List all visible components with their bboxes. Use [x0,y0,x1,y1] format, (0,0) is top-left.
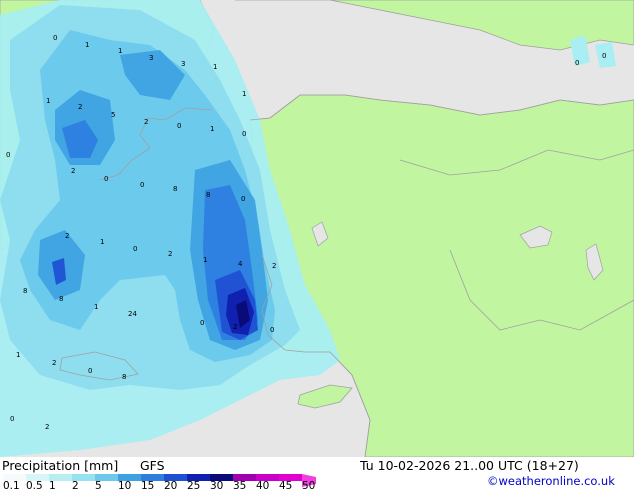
rain-amount-label: 24 [128,310,137,318]
rain-amount-label: 1 [118,47,122,55]
rain-amount-label: 0 [200,319,204,327]
colorbar-tick-label: 0.5 [26,480,43,492]
valid-datetime: Tu 10-02-2026 21..00 UTC (18+27) [360,458,579,473]
rain-amount-label: 1 [16,351,20,359]
rain-amount-label: 1 [94,303,98,311]
rain-amount-label: 2 [78,103,82,111]
rain-amount-label: 5 [111,111,115,119]
rain-amount-label: 8 [122,373,126,381]
rain-amount-label: 2 [65,232,69,240]
colorbar-tick-label: 45 [279,480,293,492]
rain-amount-label: 0 [53,34,57,42]
rain-amount-label: 1 [242,90,246,98]
colorbar-tick-label: 35 [233,480,247,492]
rain-amount-label: 0 [270,326,274,334]
rain-amount-label: 2 [71,167,75,175]
colorbar-tick-label: 10 [118,480,132,492]
colorbar-tick-label: 20 [164,480,178,492]
credit-link[interactable]: ©weatheronline.co.uk [487,474,615,488]
rain-amount-label: 8 [23,287,27,295]
colorbar-tick-label: 15 [141,480,155,492]
rain-amount-label: 1 [213,63,217,71]
rain-amount-label: 1 [210,125,214,133]
precipitation-map: 0 1 1 3 3 1 1 2 5 2 0 1 0 0 2 0 0 8 8 0 2 1 0 2 1 4 2 8 8 1 24 2 0 1 2 0 8 0 2… [0,0,634,457]
rain-amount-label: 1 [85,41,89,49]
rain-amount-label: 0 [104,175,108,183]
rain-amount-label: 0 [602,52,606,60]
colorbar-tick-label: 50 [302,480,316,492]
rain-amount-label: 1 [203,256,207,264]
colorbar-tick-label: 2 [72,480,79,492]
rain-amount-label: 0 [6,151,10,159]
rain-amount-label: 3 [181,60,185,68]
rain-amount-label: 8 [173,185,177,193]
map-title: Precipitation [mm] [2,458,119,473]
colorbar-tick-label: 5 [95,480,102,492]
rain-amount-label: 1 [100,238,104,246]
rain-amount-label: 4 [238,260,243,268]
rain-amount-label: 2 [168,250,172,258]
colorbar-tick-label: 40 [256,480,270,492]
rain-amount-label: 0 [10,415,14,423]
colorbar-tick-label: 30 [210,480,224,492]
rain-amount-label: 0 [133,245,137,253]
rain-amount-label: 0 [88,367,92,375]
rain-amount-label: 8 [206,191,210,199]
model-name: GFS [140,458,165,473]
rain-amount-label: 0 [140,181,144,189]
rain-amount-label: 0 [575,59,579,67]
rain-amount-label: 2 [144,118,148,126]
colorbar-tick-label: 0.1 [3,480,20,492]
colorbar-tick-label: 25 [187,480,201,492]
rain-amount-label: 2 [52,359,56,367]
rain-amount-label: 2 [272,262,276,270]
rain-amount-label: 0 [242,130,246,138]
colorbar-tick-label: 1 [49,480,56,492]
rain-amount-label: 3 [149,54,153,62]
rain-amount-label: 0 [177,122,181,130]
rain-amount-label: 1 [46,97,50,105]
rain-amount-label: 0 [241,195,245,203]
rain-amount-label: 8 [59,295,63,303]
rain-amount-label: 2 [233,323,237,331]
rain-amount-label: 2 [45,423,49,431]
